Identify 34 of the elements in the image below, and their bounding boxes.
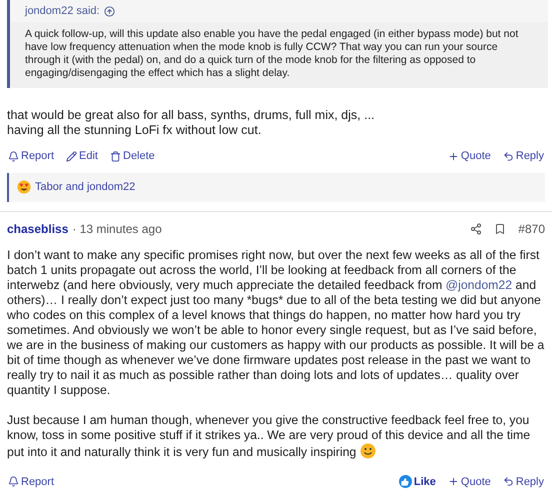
edit-link[interactable]: Edit xyxy=(66,148,98,164)
report-link[interactable]: Report xyxy=(8,148,54,164)
thumbs-up-icon xyxy=(398,475,412,488)
report-link[interactable]: Report xyxy=(8,474,54,490)
reply-link[interactable]: Reply xyxy=(502,148,544,164)
quote-author[interactable]: jondom22 said: xyxy=(25,2,100,20)
reply-icon xyxy=(502,476,514,488)
share-icon[interactable] xyxy=(470,222,482,234)
quote-text: A quick follow-up, will this update also enable you have the pedal engaged (in either bypass mode) but not have low frequency attenuation when the mode knob is fully CCW? That way you can run your source through it (with the pedal) on, and do a quick turn of the mode knob for the filtering as opposed to engaging/disengaging the effect which has a slight delay. xyxy=(10,22,548,88)
post-number[interactable]: #870 xyxy=(518,220,545,238)
pencil-icon xyxy=(66,150,78,162)
bookmark-icon[interactable] xyxy=(494,222,506,234)
delete-link[interactable]: Delete xyxy=(110,148,155,164)
plus-icon xyxy=(448,150,459,162)
post-time: · 13 minutes ago xyxy=(72,220,162,238)
bell-icon xyxy=(8,476,19,488)
like-link[interactable]: Like xyxy=(398,474,436,490)
post-text-line: that would be great also for all bass, synths, drums, full mix, djs, ... xyxy=(7,108,376,123)
heart-eyes-emoji-icon xyxy=(17,180,31,194)
post-paragraph: I don’t want to make any specific promises right now, but over the next few weeks as all of the first batch 1 units propagate out across the world, I’ll be looking at feedback from all corners of the interwebz (and here obviously, very much appreciate the detailed feedback from @jondom22 and others)… I really don’t expect just too many *bugs* due to all of the beta testing we did but anyone who codes on this complex of a level knows that things do happen, no matter how hard you try sometimes. And obviously we won’t be able to honor every single request, but as I’ve said before, we are in the business of making our customers as happy with our products as possible. It will be a bit of time though as whenever we’ve done firmware updates post release in the past we want to really try to nail it as much as possible rather than doing lots and lots of updates… quality over quantity I suppose. xyxy=(7,248,545,398)
reply-icon xyxy=(502,150,514,162)
mention-link[interactable]: @jondom22 xyxy=(446,278,512,292)
trash-icon xyxy=(110,150,121,162)
jump-up-icon[interactable] xyxy=(104,6,115,16)
smiley-icon xyxy=(360,442,376,458)
quote-link[interactable]: Quote xyxy=(448,474,491,490)
reply-link[interactable]: Reply xyxy=(502,474,544,490)
reactions-link[interactable]: Tabor and jondom22 xyxy=(35,178,136,196)
post-paragraph: Just because I am human though, whenever you give the constructive feedback feel free to, you know, toss in some positive stuff if it strikes ya.. We are very proud of this device and all the time put into it and naturally think it is very fun and musically inspiring xyxy=(7,412,532,460)
plus-icon xyxy=(448,476,459,488)
post-text-line: having all the stunning LoFi fx without low cut. xyxy=(7,123,262,138)
post-author[interactable]: chasebliss xyxy=(7,220,68,238)
quote-link[interactable]: Quote xyxy=(448,148,491,164)
bell-icon xyxy=(8,150,19,162)
